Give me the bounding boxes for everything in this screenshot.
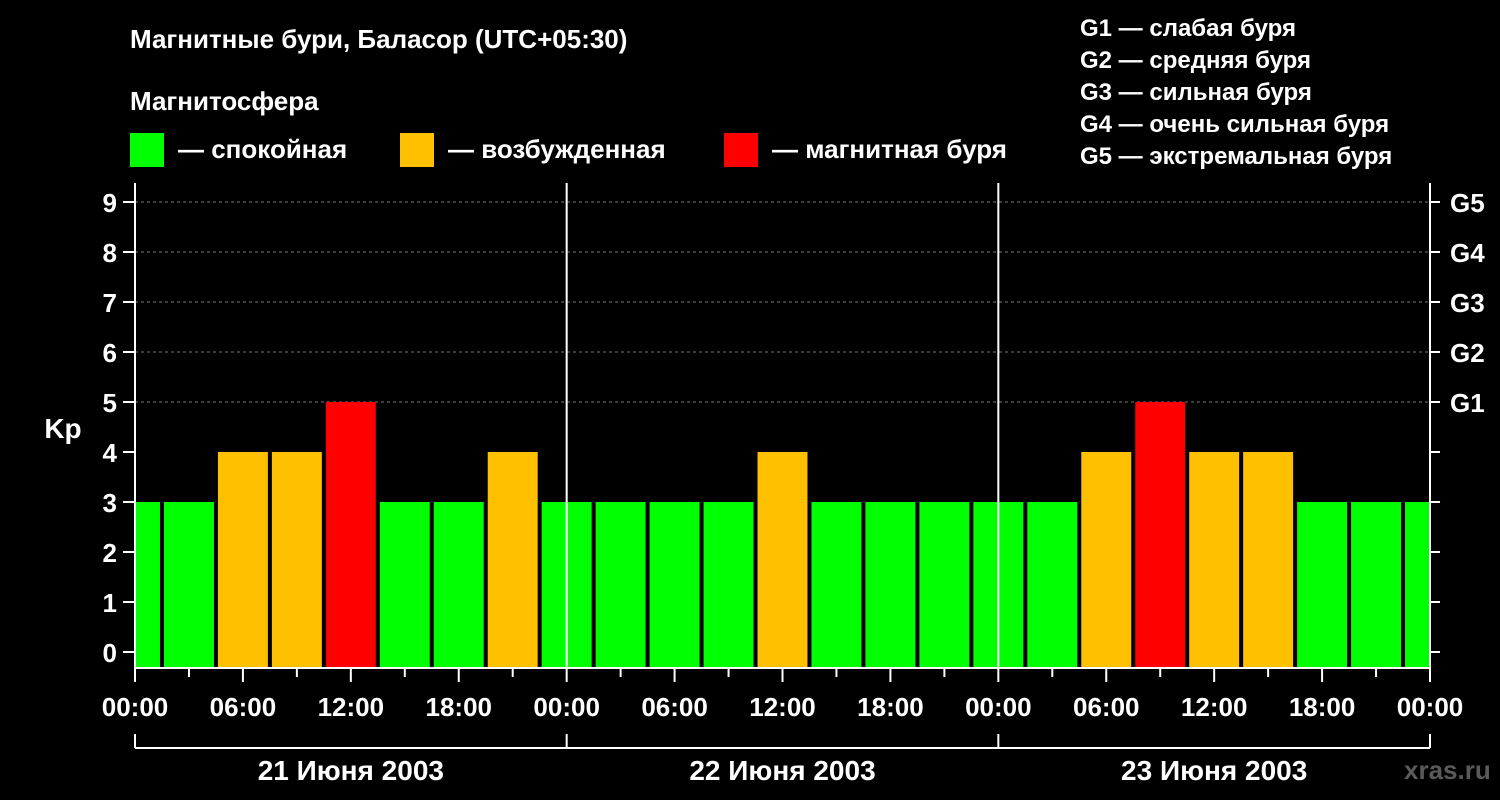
kp-bar-21 [1243, 452, 1294, 667]
watermark: xras.ru [1404, 755, 1491, 785]
y-tick-label-7: 7 [103, 288, 117, 318]
y-tick-label-6: 6 [103, 338, 117, 368]
day-label-2: 22 Июня 2003 [689, 755, 875, 786]
kp-bar-10 [649, 502, 700, 667]
kp-bar-3 [271, 452, 322, 667]
x-tick-label-5: 06:00 [641, 692, 708, 722]
kp-bar-23 [1351, 502, 1402, 667]
kp-bar-0 [136, 502, 160, 667]
kp-bar-13 [811, 502, 862, 667]
x-tick-label-10: 12:00 [1181, 692, 1248, 722]
kp-bar-4 [325, 402, 376, 667]
day-label-1: 21 Июня 2003 [258, 755, 444, 786]
kp-bar-18 [1081, 452, 1132, 667]
y-tick-label-3: 3 [103, 488, 117, 518]
kp-bar-19 [1135, 402, 1186, 667]
x-tick-label-3: 18:00 [426, 692, 493, 722]
day-label-3: 23 Июня 2003 [1121, 755, 1307, 786]
kp-bar-11 [703, 502, 754, 667]
y-tick-label-4: 4 [103, 438, 118, 468]
kp-bar-2 [217, 452, 268, 667]
kp-bar-24 [1405, 502, 1429, 667]
kp-bar-1 [163, 502, 214, 667]
x-tick-label-8: 00:00 [965, 692, 1032, 722]
kp-bar-9 [595, 502, 646, 667]
y-axis-label: Kp [44, 413, 81, 444]
x-tick-label-0: 00:00 [102, 692, 169, 722]
x-tick-label-12: 00:00 [1397, 692, 1464, 722]
kp-bar-20 [1189, 452, 1240, 667]
kp-bar-5 [379, 502, 430, 667]
g-level-label-g3: G3 [1450, 288, 1485, 318]
x-tick-label-9: 06:00 [1073, 692, 1140, 722]
kp-bar-15 [919, 502, 970, 667]
x-tick-label-2: 12:00 [318, 692, 385, 722]
kp-bar-12 [757, 452, 808, 667]
kp-bar-6 [433, 502, 484, 667]
g-level-label-g4: G4 [1450, 238, 1485, 268]
y-tick-label-0: 0 [103, 638, 117, 668]
x-tick-label-7: 18:00 [857, 692, 924, 722]
kp-bar-22 [1297, 502, 1348, 667]
g-level-label-g1: G1 [1450, 388, 1485, 418]
x-tick-label-11: 18:00 [1289, 692, 1356, 722]
kp-bar-17 [1027, 502, 1078, 667]
kp-chart: 0 1 2 3 4 5 6 7 8 9 G1 G2 G3 G4 G5 Kp 00:00 06:00 12:00 18:… [44, 183, 1485, 786]
y-tick-label-2: 2 [103, 538, 117, 568]
y-tick-label-9: 9 [103, 188, 117, 218]
x-tick-label-4: 00:00 [533, 692, 600, 722]
y-tick-label-5: 5 [103, 388, 117, 418]
y-tick-label-1: 1 [103, 588, 117, 618]
g-level-label-g2: G2 [1450, 338, 1485, 368]
y-tick-label-8: 8 [103, 238, 117, 268]
kp-bar-14 [865, 502, 916, 667]
g-level-label-g5: G5 [1450, 188, 1485, 218]
x-tick-label-1: 06:00 [210, 692, 277, 722]
kp-bar-7 [487, 452, 538, 667]
x-tick-label-6: 12:00 [749, 692, 816, 722]
